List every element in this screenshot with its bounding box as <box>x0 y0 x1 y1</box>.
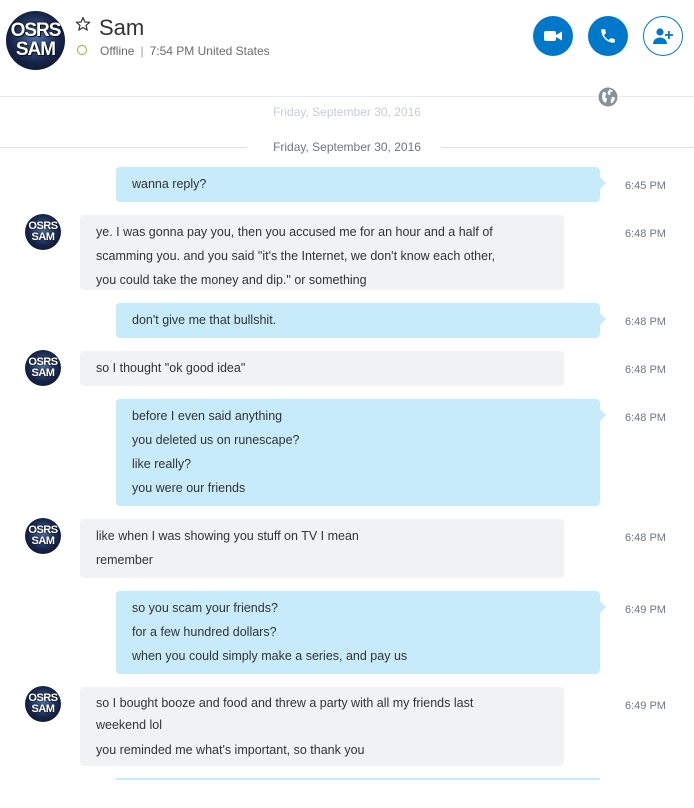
contact-name[interactable]: Sam <box>99 15 144 41</box>
status-line: Offline | 7:54 PM United States <box>100 44 270 58</box>
header-divider <box>0 96 694 97</box>
sender-avatar[interactable]: OSRS SAM <box>25 214 61 250</box>
sender-avatar[interactable]: OSRS SAM <box>25 350 61 386</box>
local-time: 7:54 PM United States <box>149 44 270 58</box>
presence-status: Offline <box>100 44 135 58</box>
video-call-button[interactable] <box>533 16 573 56</box>
sender-avatar[interactable]: OSRS SAM <box>25 518 61 554</box>
message-time: 6:49 PM <box>625 604 666 616</box>
conversation-header: OSRS SAM Sam Offline | 7:54 PM United Stat… <box>0 0 694 96</box>
next-message-edge <box>116 778 600 780</box>
add-participant-button[interactable] <box>643 16 683 56</box>
message-time: 6:48 PM <box>625 228 666 240</box>
presence-status-icon <box>77 45 87 55</box>
message-time: 6:48 PM <box>625 364 666 376</box>
phone-icon <box>601 29 615 43</box>
message-time: 6:49 PM <box>625 700 666 712</box>
date-divider: Friday, September 30, 2016 <box>0 139 694 157</box>
outgoing-message[interactable]: don't give me that bullshit. <box>116 303 606 338</box>
favorite-star-icon[interactable] <box>75 16 91 32</box>
incoming-message[interactable]: ye. I was gonna pay you, then you accuse… <box>80 215 564 290</box>
audio-call-button[interactable] <box>588 16 628 56</box>
outgoing-message[interactable]: before I even said anything you deleted … <box>116 399 606 506</box>
outgoing-message[interactable]: wanna reply? <box>116 167 606 202</box>
incoming-message[interactable]: so I bought booze and food and threw a p… <box>80 687 564 766</box>
sender-avatar[interactable]: OSRS SAM <box>25 686 61 722</box>
message-time: 6:48 PM <box>625 316 666 328</box>
contact-avatar[interactable]: OSRS SAM <box>6 11 65 70</box>
add-person-icon <box>653 28 673 44</box>
outgoing-message[interactable]: so you scam your friends? for a few hund… <box>116 591 606 674</box>
message-time: 6:48 PM <box>625 532 666 544</box>
incoming-message[interactable]: like when I was showing you stuff on TV … <box>80 519 564 578</box>
message-time: 6:45 PM <box>625 180 666 192</box>
previous-date-header: Friday, September 30, 2016 <box>273 105 421 119</box>
incoming-message[interactable]: so I thought "ok good idea" <box>80 351 564 386</box>
message-time: 6:48 PM <box>625 412 666 424</box>
video-camera-icon <box>544 31 562 41</box>
